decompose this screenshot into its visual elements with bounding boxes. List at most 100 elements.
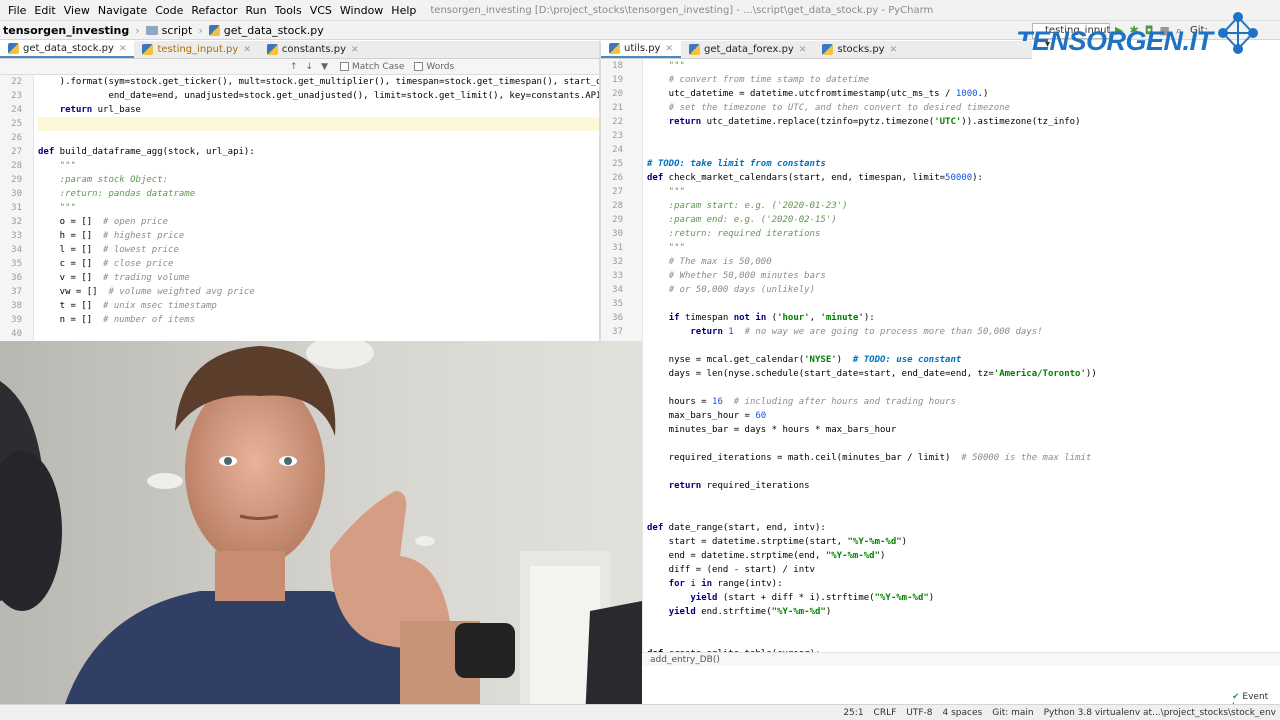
cursor-position[interactable]: 25:1: [843, 708, 863, 718]
left-code-editor[interactable]: 22 ).format(sym=stock.get_ticker(), mult…: [0, 75, 600, 341]
code-line[interactable]: o = [] # open price: [38, 215, 600, 229]
menu-view[interactable]: View: [60, 4, 94, 17]
code-line[interactable]: [38, 327, 600, 341]
code-line[interactable]: [647, 633, 1280, 647]
code-line[interactable]: [38, 131, 600, 145]
menu-run[interactable]: Run: [242, 4, 271, 17]
code-line[interactable]: """: [38, 201, 600, 215]
code-line[interactable]: v = [] # trading volume: [38, 271, 600, 285]
line-ending[interactable]: CRLF: [874, 708, 897, 718]
code-line[interactable]: # set the timezone to UTC, and then conv…: [647, 101, 1280, 115]
code-line[interactable]: # convert from time stamp to datetime: [647, 73, 1280, 87]
code-line[interactable]: yield (start + diff * i).strftime("%Y-%m…: [647, 591, 1280, 605]
code-line[interactable]: [647, 507, 1280, 521]
code-line[interactable]: [647, 143, 1280, 157]
close-icon[interactable]: ✕: [890, 45, 898, 55]
code-line[interactable]: t = [] # unix msec timestamp: [38, 299, 600, 313]
code-line[interactable]: return 1 # no way we are going to proces…: [647, 325, 1280, 339]
code-line[interactable]: n = [] # number of items: [38, 313, 600, 327]
code-line[interactable]: [647, 493, 1280, 507]
code-line[interactable]: days = len(nyse.schedule(start_date=star…: [647, 367, 1280, 381]
code-line[interactable]: diff = (end - start) / intv: [647, 563, 1280, 577]
code-line[interactable]: """: [647, 241, 1280, 255]
code-line[interactable]: return url_base: [38, 103, 600, 117]
code-line[interactable]: """: [647, 185, 1280, 199]
code-line[interactable]: [647, 297, 1280, 311]
code-line[interactable]: """: [647, 59, 1280, 73]
breadcrumb-file[interactable]: get_data_stock.py: [206, 24, 327, 37]
breadcrumb-folder[interactable]: script: [143, 24, 196, 37]
tab-constants[interactable]: constants.py ✕: [259, 41, 367, 58]
code-line[interactable]: def build_dataframe_agg(stock, url_api):: [38, 145, 600, 159]
tab-get-data-stock[interactable]: get_data_stock.py ✕: [0, 41, 135, 58]
function-breadcrumb[interactable]: add_entry_DB(): [642, 652, 1280, 666]
code-line[interactable]: nyse = mcal.get_calendar('NYSE') # TODO:…: [647, 353, 1280, 367]
tab-testing-input[interactable]: testing_input.py ✕: [134, 41, 258, 58]
tab-stocks[interactable]: stocks.py ✕: [814, 41, 905, 58]
right-code-editor[interactable]: 18 """ 19 # convert from time stamp to da…: [601, 59, 1280, 652]
file-encoding[interactable]: UTF-8: [906, 708, 932, 718]
menu-help[interactable]: Help: [387, 4, 420, 17]
code-line[interactable]: :param start: e.g. ('2020-01-23'): [647, 199, 1280, 213]
close-icon[interactable]: ✕: [665, 44, 673, 54]
menu-window[interactable]: Window: [336, 4, 387, 17]
code-line[interactable]: vw = [] # volume weighted avg price: [38, 285, 600, 299]
words-checkbox[interactable]: [414, 62, 424, 71]
code-line[interactable]: # or 50,000 days (unlikely): [647, 283, 1280, 297]
menu-code[interactable]: Code: [151, 4, 187, 17]
code-line[interactable]: # Whether 50,000 minutes bars: [647, 269, 1280, 283]
code-line[interactable]: [647, 339, 1280, 353]
code-line[interactable]: # The max is 50,000: [647, 255, 1280, 269]
code-line[interactable]: ).format(sym=stock.get_ticker(), mult=st…: [38, 75, 600, 89]
code-line[interactable]: [647, 465, 1280, 479]
code-line[interactable]: [647, 129, 1280, 143]
breadcrumb-project[interactable]: tensorgen_investing: [0, 24, 132, 37]
code-line[interactable]: for i in range(intv):: [647, 577, 1280, 591]
code-line[interactable]: hours = 16 # including after hours and t…: [647, 395, 1280, 409]
close-icon[interactable]: ✕: [243, 45, 251, 55]
code-line[interactable]: [647, 381, 1280, 395]
code-line[interactable]: :return: pandas datatrame: [38, 187, 600, 201]
code-line[interactable]: :param end: e.g. ('2020-02-15'): [647, 213, 1280, 227]
code-line[interactable]: [647, 619, 1280, 633]
code-line[interactable]: return required_iterations: [647, 479, 1280, 493]
code-line[interactable]: [38, 117, 600, 131]
code-line[interactable]: max_bars_hour = 60: [647, 409, 1280, 423]
tab-utils[interactable]: utils.py ✕: [601, 41, 682, 58]
match-case-checkbox[interactable]: [340, 62, 350, 71]
code-line[interactable]: h = [] # highest price: [38, 229, 600, 243]
code-line[interactable]: utc_datetime = datetime.utcfromtimestamp…: [647, 87, 1280, 101]
menu-file[interactable]: File: [4, 4, 30, 17]
menu-navigate[interactable]: Navigate: [94, 4, 151, 17]
code-line[interactable]: # TODO: take limit from constants: [647, 157, 1280, 171]
code-line[interactable]: required_iterations = math.ceil(minutes_…: [647, 451, 1280, 465]
code-line[interactable]: :param stock Object:: [38, 173, 600, 187]
menu-refactor[interactable]: Refactor: [187, 4, 241, 17]
code-line[interactable]: end_date=end, unadjusted=stock.get_unadj…: [38, 89, 600, 103]
code-line[interactable]: end = datetime.strptime(end, "%Y-%m-%d"): [647, 549, 1280, 563]
close-icon[interactable]: ✕: [351, 45, 359, 55]
code-line[interactable]: [647, 437, 1280, 451]
code-line[interactable]: yield end.strftime("%Y-%m-%d"): [647, 605, 1280, 619]
code-line[interactable]: c = [] # close price: [38, 257, 600, 271]
code-line[interactable]: if timespan not in ('hour', 'minute'):: [647, 311, 1280, 325]
menu-tools[interactable]: Tools: [271, 4, 306, 17]
code-line[interactable]: :return: required iterations: [647, 227, 1280, 241]
close-icon[interactable]: ✕: [119, 44, 127, 54]
menu-edit[interactable]: Edit: [30, 4, 59, 17]
code-line[interactable]: minutes_bar = days * hours * max_bars_ho…: [647, 423, 1280, 437]
code-line[interactable]: def check_market_calendars(start, end, t…: [647, 171, 1280, 185]
close-icon[interactable]: ✕: [799, 45, 807, 55]
filter-icon[interactable]: ▼: [321, 62, 328, 72]
find-down-icon[interactable]: ↓: [306, 62, 314, 72]
code-line[interactable]: """: [38, 159, 600, 173]
tab-get-data-forex[interactable]: get_data_forex.py ✕: [681, 41, 814, 58]
code-line[interactable]: def date_range(start, end, intv):: [647, 521, 1280, 535]
python-interpreter[interactable]: Python 3.8 virtualenv at...\project_stoc…: [1044, 708, 1276, 718]
find-up-icon[interactable]: ↑: [290, 62, 298, 72]
code-line[interactable]: start = datetime.strptime(start, "%Y-%m-…: [647, 535, 1280, 549]
code-line[interactable]: l = [] # lowest price: [38, 243, 600, 257]
code-line[interactable]: return utc_datetime.replace(tzinfo=pytz.…: [647, 115, 1280, 129]
git-branch[interactable]: Git: main: [992, 708, 1033, 718]
menu-vcs[interactable]: VCS: [306, 4, 336, 17]
